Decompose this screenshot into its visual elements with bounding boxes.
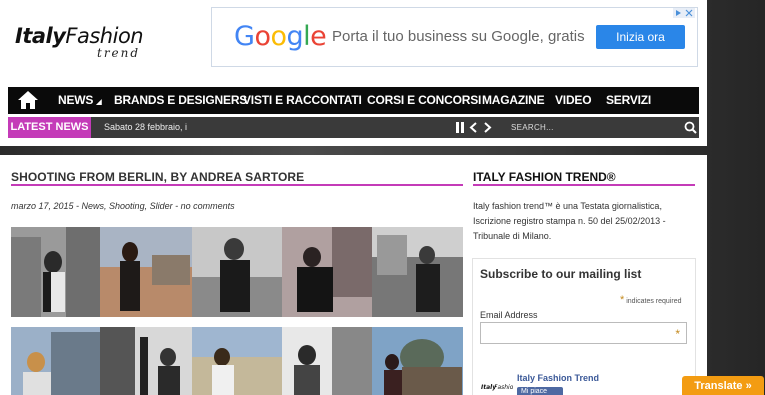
latest-news-label: LATEST NEWS <box>8 117 91 138</box>
search-input[interactable]: SEARCH... <box>511 117 554 138</box>
photo[interactable] <box>372 327 463 395</box>
required-star-icon: * <box>675 327 680 341</box>
chevron-left-icon[interactable] <box>469 117 477 138</box>
subscribe-title: Subscribe to our mailing list <box>480 267 642 281</box>
photo[interactable] <box>282 327 372 395</box>
dropdown-arrow-icon: ◢ <box>96 99 102 106</box>
ad-cta-button[interactable]: Inizia ora <box>596 25 685 49</box>
google-logo: Google <box>234 21 327 52</box>
ad-tagline: Porta il tuo business su Google, gratis <box>332 28 585 45</box>
chevron-right-icon[interactable] <box>484 117 492 138</box>
photo[interactable] <box>11 227 100 317</box>
email-label: Email Address <box>480 310 538 320</box>
photo[interactable] <box>192 327 282 395</box>
required-note: * indicates required <box>620 294 682 306</box>
nav-item-news[interactable]: NEWS ◢ <box>58 87 102 114</box>
google-ad-banner[interactable]: Google Porta il tuo business su Google, … <box>211 7 698 67</box>
ad-choices-icon[interactable] <box>673 8 695 20</box>
fb-page-name[interactable]: Italy Fashion Trend <box>517 373 599 383</box>
email-field[interactable]: * <box>480 322 687 344</box>
title-underline <box>11 184 463 186</box>
site-logo[interactable]: ItalyFashion trend <box>15 24 150 64</box>
post-meta: marzo 17, 2015 - News, Shooting, Slider … <box>11 201 235 211</box>
nav-item-visti-e-raccontati[interactable]: VISTI E RACCONTATI <box>243 87 362 114</box>
photo[interactable] <box>100 227 192 317</box>
home-icon[interactable] <box>17 90 39 110</box>
sidebar-title-underline <box>473 184 695 186</box>
photo[interactable] <box>372 227 463 317</box>
ticker-headline[interactable]: Sabato 28 febbraio, i <box>104 117 187 138</box>
nav-item-brands-e-designers[interactable]: BRANDS E DESIGNERS <box>114 87 247 114</box>
fb-page-logo[interactable]: ItalyFashion <box>481 381 517 391</box>
photo-strip-top[interactable] <box>11 227 463 317</box>
fb-like-button[interactable]: Mi piace <box>517 387 563 395</box>
photo[interactable] <box>100 327 192 395</box>
photo[interactable] <box>11 327 100 395</box>
nav-item-magazine[interactable]: MAGAZINE <box>482 87 545 114</box>
post-title[interactable]: SHOOTING FROM BERLIN, BY ANDREA SARTORE <box>11 170 304 184</box>
photo-strip-bottom[interactable] <box>11 327 463 395</box>
photo[interactable] <box>192 227 282 317</box>
main-navigation: NEWS ◢ BRANDS E DESIGNERS VISTI E RACCONT… <box>8 87 699 114</box>
sidebar-title: ITALY FASHION TREND® <box>473 170 616 184</box>
pause-icon[interactable] <box>455 117 465 138</box>
nav-item-servizi[interactable]: SERVIZI <box>606 87 651 114</box>
nav-item-video[interactable]: VIDEO <box>555 87 592 114</box>
sidebar-description: Italy fashion trend™ è una Testata giorn… <box>473 201 666 241</box>
svg-text:Fashion: Fashion <box>494 384 513 391</box>
search-icon[interactable] <box>684 121 697 134</box>
photo[interactable] <box>282 227 372 317</box>
latest-news-ticker: LATEST NEWS Sabato 28 febbraio, i SEARCH… <box>8 117 699 138</box>
required-star-icon: * <box>620 294 625 306</box>
nav-item-corsi-e-concorsi[interactable]: CORSI E CONCORSI <box>367 87 481 114</box>
translate-button[interactable]: Translate » <box>682 376 764 395</box>
